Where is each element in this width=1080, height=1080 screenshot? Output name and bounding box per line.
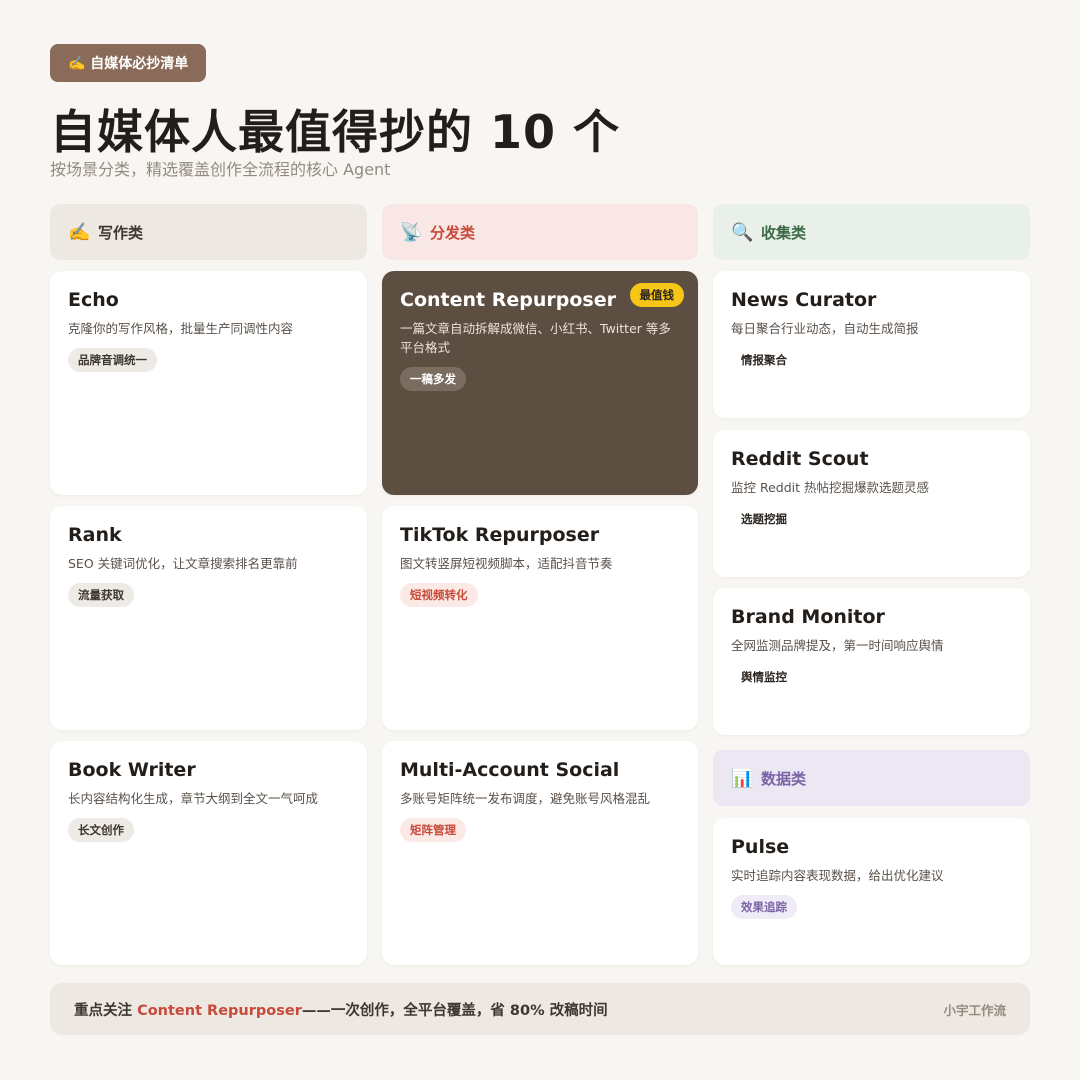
agent-card-news-curator[interactable]: News Curator 每日聚合行业动态，自动生成简报 情报聚合 [713, 271, 1030, 418]
writing-hand-icon: ✍️ [68, 221, 91, 243]
card-description: SEO 关键词优化，让文章搜索排名更靠前 [68, 556, 298, 571]
card-tag: 长文创作 [68, 818, 134, 842]
card-tag: 选题挖掘 [731, 507, 797, 531]
category-header-distribution: 📡 分发类 [382, 204, 698, 260]
footer-banner: 重点关注 Content Repurposer——一次创作，全平台覆盖，省 80… [50, 983, 1030, 1035]
featured-badge: 最值钱 [629, 283, 684, 307]
category-header-writing: ✍️ 写作类 [50, 204, 367, 260]
card-title: Pulse [731, 836, 790, 858]
footer-prefix: 重点关注 [74, 1002, 138, 1019]
card-description: 多账号矩阵统一发布调度，避免账号风格混乱 [400, 791, 651, 806]
agent-card-content-repurposer[interactable]: 最值钱 Content Repurposer 一篇文章自动拆解成微信、小红书、T… [382, 271, 698, 495]
agent-card-rank[interactable]: Rank SEO 关键词优化，让文章搜索排名更靠前 流量获取 [50, 506, 367, 730]
category-header-data: 📊 数据类 [713, 750, 1030, 806]
card-description: 全网监测品牌提及，第一时间响应舆情 [731, 638, 944, 653]
agent-card-brand-monitor[interactable]: Brand Monitor 全网监测品牌提及，第一时间响应舆情 舆情监控 [713, 588, 1030, 735]
footer-highlight: Content Repurposer [137, 1002, 302, 1019]
card-description: 图文转竖屏短视频脚本，适配抖音节奏 [400, 556, 613, 571]
category-label: 写作类 [98, 223, 144, 242]
card-title: Reddit Scout [731, 448, 869, 470]
card-description: 克隆你的写作风格，批量生产同调性内容 [68, 321, 294, 336]
card-tag: 矩阵管理 [400, 818, 466, 842]
agent-card-pulse[interactable]: Pulse 实时追踪内容表现数据，给出优化建议 效果追踪 [713, 818, 1030, 965]
brand-label: 小宇工作流 [943, 1002, 1006, 1018]
satellite-icon: 📡 [400, 221, 423, 243]
agent-card-reddit-scout[interactable]: Reddit Scout 监控 Reddit 热帖挖掘爆款选题灵感 选题挖掘 [713, 430, 1030, 577]
card-description: 监控 Reddit 热帖挖掘爆款选题灵感 [731, 480, 930, 495]
card-tag: 流量获取 [68, 583, 134, 607]
bar-chart-icon: 📊 [731, 767, 754, 789]
category-header-collection: 🔍 收集类 [713, 204, 1030, 260]
card-title: Rank [68, 524, 122, 546]
card-tag: 品牌音调统一 [68, 348, 157, 372]
category-label: 分发类 [430, 223, 476, 242]
card-title: News Curator [731, 289, 877, 311]
agent-card-echo[interactable]: Echo 克隆你的写作风格，批量生产同调性内容 品牌音调统一 [50, 271, 367, 495]
page-title: 自媒体人最值得抄的 10 个 [50, 105, 621, 159]
card-title: Brand Monitor [731, 606, 885, 628]
card-tag: 效果追踪 [731, 895, 797, 919]
card-description: 一篇文章自动拆解成微信、小红书、Twitter 等多平台格式 [400, 321, 671, 355]
footer-suffix: ——一次创作，全平台覆盖，省 80% 改稿时间 [301, 1002, 608, 1019]
footer-message: 重点关注 Content Repurposer——一次创作，全平台覆盖，省 80… [74, 999, 608, 1020]
agent-card-multi-account-social[interactable]: Multi-Account Social 多账号矩阵统一发布调度，避免账号风格混… [382, 741, 698, 965]
card-tag: 一稿多发 [400, 367, 466, 391]
category-label: 收集类 [761, 223, 807, 242]
agent-card-tiktok-repurposer[interactable]: TikTok Repurposer 图文转竖屏短视频脚本，适配抖音节奏 短视频转… [382, 506, 698, 730]
page-subtitle: 按场景分类，精选覆盖创作全流程的核心 Agent [50, 160, 391, 179]
card-tag: 情报聚合 [731, 348, 797, 372]
card-description: 长内容结构化生成，章节大纲到全文一气呵成 [68, 791, 319, 806]
card-tag: 舆情监控 [731, 665, 797, 689]
magnifier-icon: 🔍 [731, 221, 754, 243]
card-description: 每日聚合行业动态，自动生成简报 [731, 321, 919, 336]
card-title: Echo [68, 289, 119, 311]
card-title: Book Writer [68, 759, 196, 781]
card-title: TikTok Repurposer [400, 524, 600, 546]
card-description: 实时追踪内容表现数据，给出优化建议 [731, 868, 944, 883]
agent-card-book-writer[interactable]: Book Writer 长内容结构化生成，章节大纲到全文一气呵成 长文创作 [50, 741, 367, 965]
card-tag: 短视频转化 [400, 583, 478, 607]
category-label: 数据类 [761, 769, 807, 788]
card-title: Multi-Account Social [400, 759, 620, 781]
kicker-badge: ✍️ 自媒体必抄清单 [50, 44, 207, 82]
